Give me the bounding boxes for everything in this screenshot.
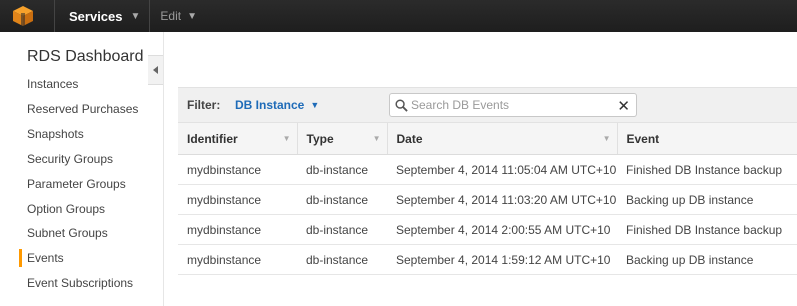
sidebar: RDS Dashboard Instances Reserved Purchas… — [0, 32, 148, 306]
table-row[interactable]: mydbinstance db-instance September 4, 20… — [178, 214, 797, 245]
cell-type: db-instance — [297, 214, 387, 245]
column-header-date[interactable]: Date ▼ — [386, 122, 617, 155]
sidebar-item-subnet-groups[interactable]: Subnet Groups — [27, 226, 108, 240]
cell-type: db-instance — [297, 184, 387, 215]
sidebar-item-security-groups[interactable]: Security Groups — [27, 152, 113, 166]
filter-selected-value: DB Instance — [235, 98, 305, 112]
sidebar-item-option-groups[interactable]: Option Groups — [27, 202, 105, 216]
edit-menu-button[interactable]: Edit ▼ — [160, 9, 197, 23]
chevron-down-icon: ▼ — [187, 10, 197, 22]
active-item-indicator — [19, 249, 22, 267]
column-header-event[interactable]: Event — [616, 122, 797, 155]
sidebar-item-snapshots[interactable]: Snapshots — [27, 127, 84, 141]
cell-event: Finished DB Instance backup — [617, 154, 797, 185]
table-row[interactable]: mydbinstance db-instance September 4, 20… — [178, 184, 797, 215]
chevron-down-icon: ▼ — [130, 10, 141, 22]
cell-date: September 4, 2014 11:03:20 AM UTC+10 — [387, 184, 617, 215]
top-nav-bar: Services ▼ Edit ▼ — [0, 0, 797, 32]
cell-identifier: mydbinstance — [178, 184, 297, 215]
sidebar-item-event-subscriptions[interactable]: Event Subscriptions — [27, 276, 133, 290]
chevron-left-icon — [153, 66, 158, 74]
sidebar-item-instances[interactable]: Instances — [27, 77, 78, 91]
cell-type: db-instance — [297, 154, 387, 185]
chevron-down-icon: ▼ — [310, 100, 320, 110]
events-table: Identifier ▼ Type ▼ Date ▼ Event mydbinstan… — [178, 122, 797, 275]
nav-divider — [54, 0, 55, 32]
sidebar-item-reserved-purchases[interactable]: Reserved Purchases — [27, 102, 138, 116]
sidebar-item-parameter-groups[interactable]: Parameter Groups — [27, 177, 126, 191]
filter-label: Filter: — [187, 98, 221, 112]
cell-identifier: mydbinstance — [178, 214, 297, 245]
sort-icon[interactable]: ▼ — [373, 134, 381, 143]
sidebar-title[interactable]: RDS Dashboard — [27, 48, 144, 66]
sidebar-divider — [163, 32, 164, 306]
cell-event: Finished DB Instance backup — [617, 214, 797, 245]
main-content: Filter: DB Instance ▼ ✕ Identifier▼ Type… — [178, 32, 797, 306]
search-box: ✕ — [389, 93, 637, 117]
sort-icon[interactable]: ▼ — [283, 134, 291, 143]
column-header-type[interactable]: Type ▼ — [296, 122, 387, 155]
column-header-identifier[interactable]: Identifier ▼ — [178, 122, 297, 155]
filter-dropdown[interactable]: DB Instance ▼ — [235, 98, 319, 112]
services-menu-button[interactable]: Services ▼ — [69, 9, 140, 24]
cell-identifier: mydbinstance — [178, 244, 297, 275]
edit-label: Edit — [160, 9, 182, 23]
cell-date: September 4, 2014 2:00:55 AM UTC+10 — [387, 214, 617, 245]
clear-search-icon[interactable]: ✕ — [617, 97, 630, 115]
aws-cube-logo-icon[interactable] — [12, 5, 38, 27]
services-label: Services — [69, 8, 123, 24]
cell-event: Backing up DB instance — [617, 184, 797, 215]
table-row[interactable]: mydbinstance db-instance September 4, 20… — [178, 244, 797, 275]
collapse-sidebar-button[interactable] — [148, 55, 164, 85]
table-header-row: Identifier ▼ Type ▼ Date ▼ Event — [178, 122, 797, 155]
cell-event: Backing up DB instance — [617, 244, 797, 275]
cell-date: September 4, 2014 1:59:12 AM UTC+10 — [387, 244, 617, 275]
nav-divider — [149, 0, 151, 32]
search-icon — [395, 98, 408, 112]
cell-identifier: mydbinstance — [178, 154, 297, 185]
filter-bar: Filter: DB Instance ▼ ✕ — [178, 87, 797, 122]
search-input[interactable] — [411, 98, 611, 112]
cell-type: db-instance — [297, 244, 387, 275]
sort-icon[interactable]: ▼ — [603, 134, 611, 143]
cell-date: September 4, 2014 11:05:04 AM UTC+10 — [387, 154, 617, 185]
sidebar-item-events[interactable]: Events — [27, 251, 64, 265]
table-row[interactable]: mydbinstance db-instance September 4, 20… — [178, 154, 797, 185]
